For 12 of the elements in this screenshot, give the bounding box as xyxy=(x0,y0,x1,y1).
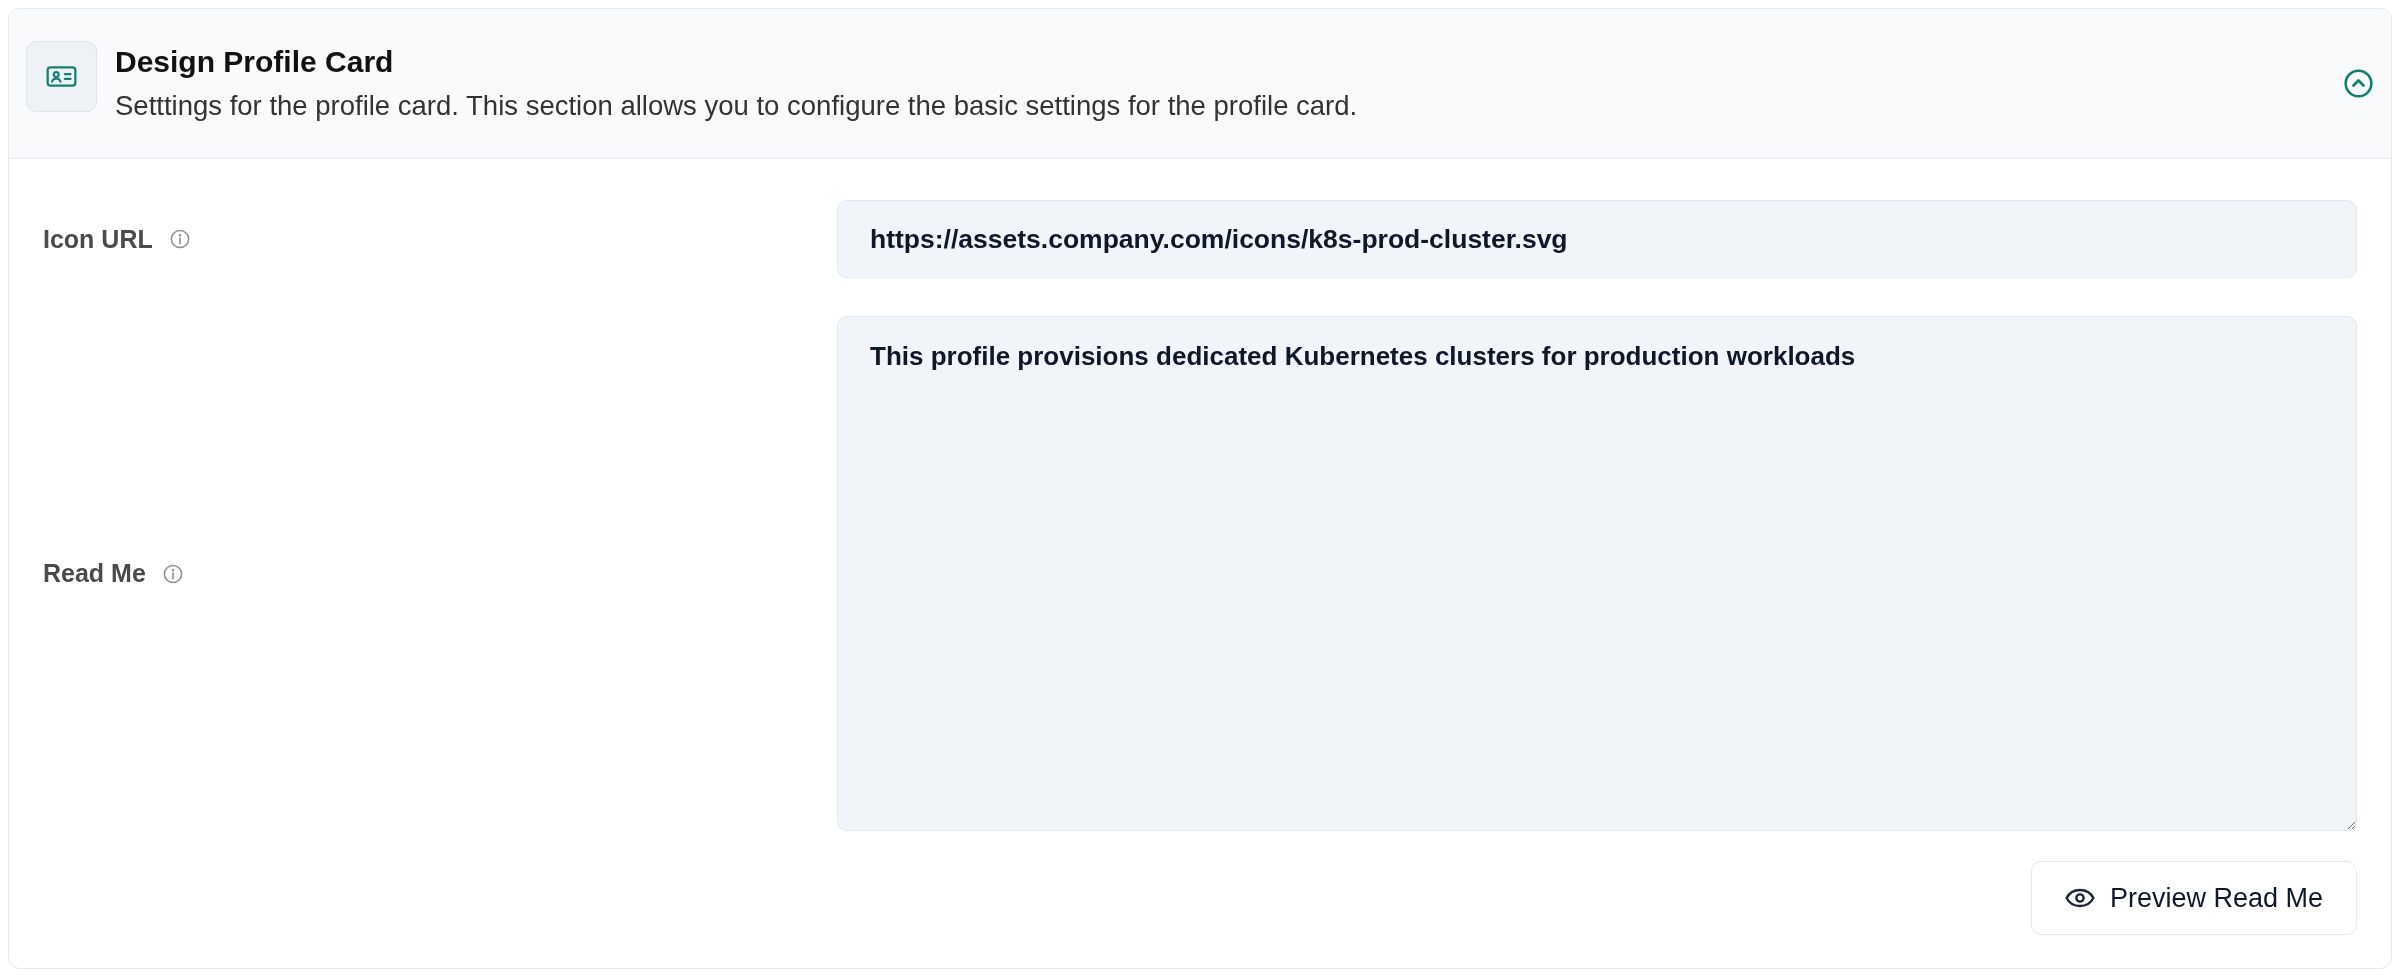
section-title: Design Profile Card xyxy=(115,44,395,80)
section-description: Setttings for the profile card. This section allows you to configure the basic settings for the profile card. xyxy=(115,89,1358,123)
field-label: Read Me xyxy=(43,559,146,588)
textarea-field[interactable]: This profile provisions dedicated Kubernetes clusters for production workloads xyxy=(837,316,2357,831)
id-card-icon xyxy=(26,41,97,112)
field-label: Icon URL xyxy=(43,224,153,254)
eye-icon xyxy=(2064,888,2095,908)
preview-button[interactable]: Preview Read Me xyxy=(2030,861,2357,935)
url-input-field[interactable]: https://assets.company.com/icons/k8s-prod-cluster.svg xyxy=(837,200,2357,278)
info-icon[interactable] xyxy=(162,563,183,584)
chevron-up-icon[interactable] xyxy=(2344,68,2373,98)
info-icon[interactable] xyxy=(169,229,190,249)
